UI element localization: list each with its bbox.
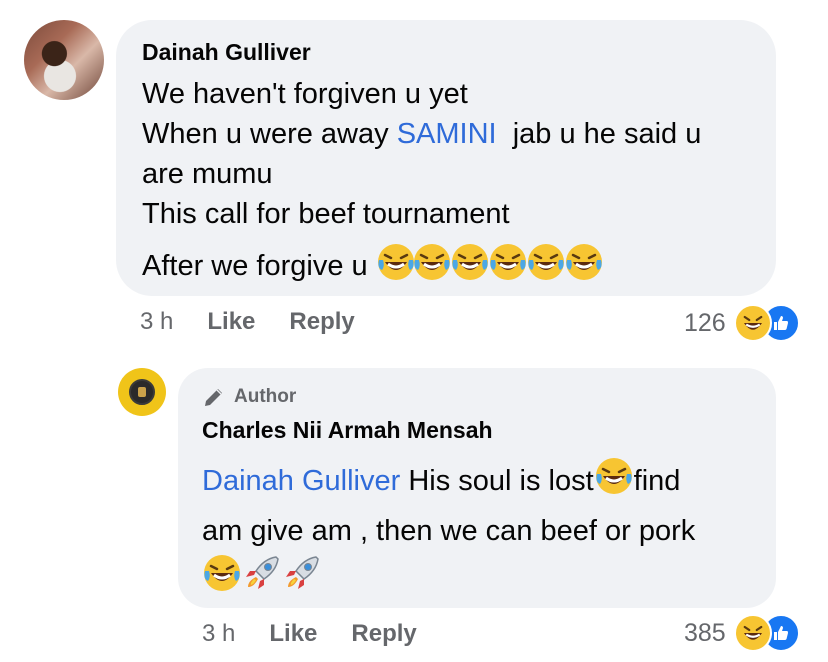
reaction-count: 385 bbox=[684, 618, 726, 647]
comment-text: jab u he said u bbox=[512, 118, 702, 150]
author-badge-label: Author bbox=[234, 386, 297, 407]
reply-line-2: am give am , then we can beef or pork bbox=[202, 515, 696, 547]
reply-button[interactable]: Reply bbox=[351, 620, 416, 648]
reply-author-name[interactable]: Charles Nii Armah Mensah bbox=[202, 416, 752, 444]
reply-button[interactable]: Reply bbox=[289, 308, 354, 336]
comment-text: When u were away bbox=[142, 118, 389, 150]
comment-line-2: When u were away SAMINI jab u he said u bbox=[142, 114, 750, 154]
like-button[interactable]: Like bbox=[207, 308, 255, 336]
like-button[interactable]: Like bbox=[269, 620, 317, 648]
laughing-tears-icon bbox=[594, 456, 634, 509]
rocket-icon bbox=[242, 553, 282, 606]
comment-author-name[interactable]: Dainah Gulliver bbox=[142, 38, 750, 66]
laughing-tears-icon bbox=[526, 242, 566, 293]
reply-timestamp[interactable]: 3 h bbox=[202, 620, 235, 648]
mention-link[interactable]: Dainah Gulliver bbox=[202, 465, 400, 497]
laughing-tears-icon bbox=[412, 242, 452, 293]
author-avatar[interactable] bbox=[118, 368, 166, 416]
comment-text: After we forgive u bbox=[142, 250, 368, 283]
reply-text: His soul is lost bbox=[408, 465, 594, 498]
laughing-tears-icon bbox=[564, 242, 604, 293]
comment-actions: 3 h Like Reply bbox=[140, 306, 355, 338]
comment-line-4: This call for beef tournament bbox=[142, 198, 510, 230]
author-badge: Author bbox=[202, 384, 752, 410]
laughing-tears-icon bbox=[450, 242, 490, 293]
reply-line-3 bbox=[202, 553, 752, 601]
haha-reaction-icon bbox=[733, 304, 772, 342]
reply-reactions[interactable]: 385 bbox=[684, 614, 800, 652]
commenter-avatar[interactable] bbox=[24, 20, 104, 100]
comment-bubble: Dainah Gulliver We haven't forgiven u ye… bbox=[116, 20, 776, 296]
reply-line-1: Dainah Gulliver His soul is lost find bbox=[202, 456, 752, 509]
comment-line-5: After we forgive u bbox=[142, 242, 750, 293]
comment-line-3: are mumu bbox=[142, 158, 273, 190]
reply-actions: 3 h Like Reply bbox=[202, 618, 417, 650]
laughing-tears-icon bbox=[488, 242, 528, 293]
laughing-tears-icon bbox=[202, 553, 242, 606]
pencil-icon bbox=[205, 389, 222, 406]
reply-text: find bbox=[633, 465, 681, 498]
comment-reactions[interactable]: 126 bbox=[684, 304, 800, 342]
reaction-count: 126 bbox=[684, 308, 726, 337]
laughing-tears-icon bbox=[376, 242, 416, 293]
mention-link[interactable]: SAMINI bbox=[397, 118, 497, 150]
rocket-icon bbox=[282, 553, 322, 606]
haha-reaction-icon bbox=[733, 614, 772, 652]
reply-bubble: Author Charles Nii Armah Mensah Dainah G… bbox=[178, 368, 776, 608]
comment-line-1: We haven't forgiven u yet bbox=[142, 78, 468, 110]
comment-timestamp[interactable]: 3 h bbox=[140, 308, 173, 336]
crest-logo bbox=[129, 379, 155, 405]
